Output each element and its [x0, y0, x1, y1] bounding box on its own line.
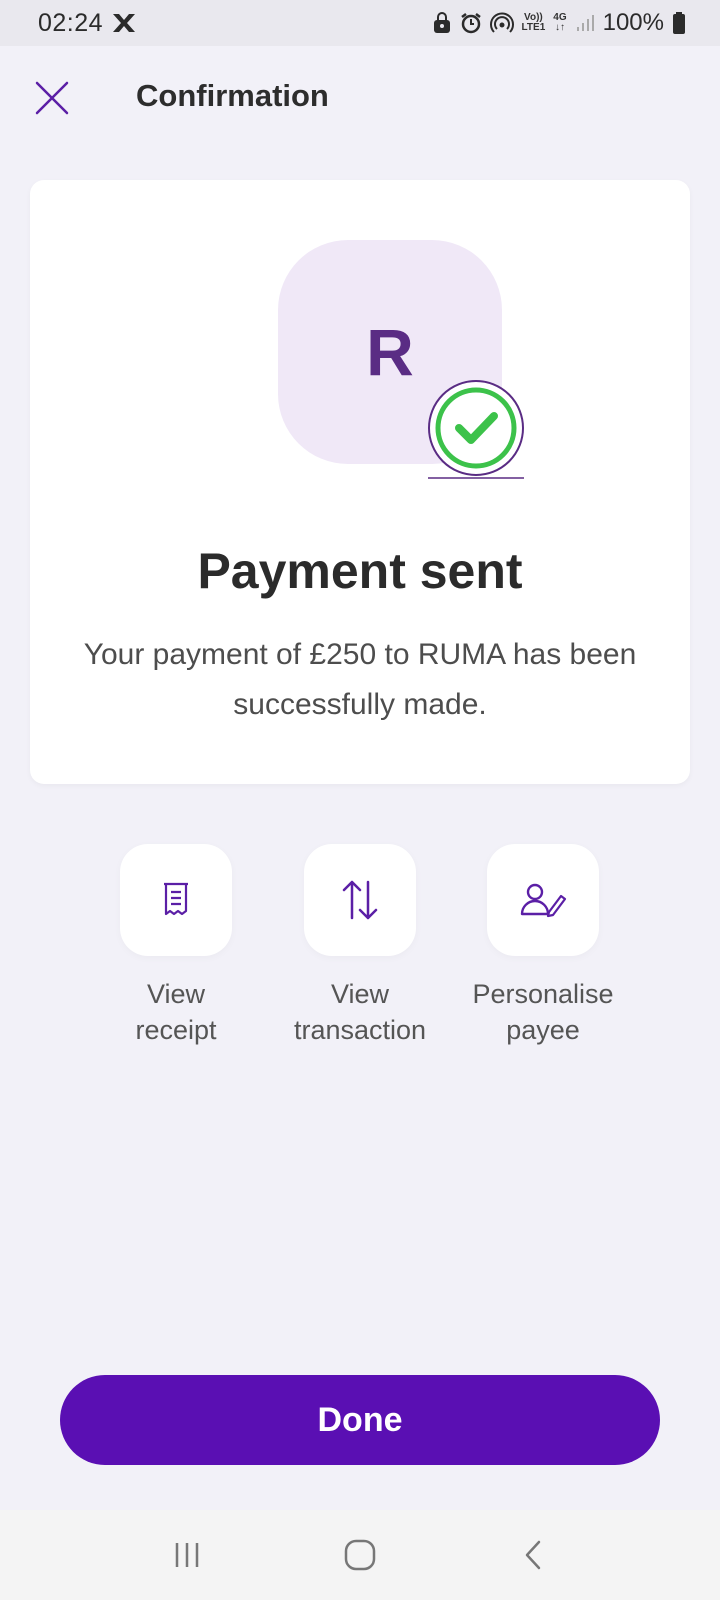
status-left: 02:24: [38, 9, 137, 38]
header: Confirmation: [0, 46, 720, 150]
data-indicator: 4G ↓↑: [553, 13, 566, 33]
confirmation-card: R Payment sent Your payment of £250 to R…: [30, 180, 690, 784]
payment-message: Your payment of £250 to RUMA has been su…: [83, 638, 637, 721]
system-nav-bar: [0, 1510, 720, 1600]
payment-status-title: Payment sent: [197, 543, 523, 599]
status-time: 02:24: [38, 8, 104, 37]
status-right: Vo)) LTE1 4G ↓↑ 100%: [432, 9, 686, 37]
battery-percentage: 100%: [602, 9, 664, 36]
recent-apps-button[interactable]: [157, 1525, 217, 1585]
close-icon: [35, 81, 69, 115]
action-tile: [487, 844, 599, 956]
view-receipt-button[interactable]: View receipt: [76, 844, 276, 1048]
action-tile: [304, 844, 416, 956]
recent-apps-icon: [175, 1543, 198, 1567]
view-transaction-button[interactable]: View transaction: [260, 844, 460, 1048]
alarm-icon: [460, 12, 482, 34]
action-label: View receipt: [135, 979, 217, 1045]
close-button[interactable]: [34, 80, 70, 116]
data-arrows: ↓↑: [554, 22, 565, 33]
edit-user-icon: [520, 883, 567, 918]
home-button[interactable]: [330, 1525, 390, 1585]
lock-app-icon: [432, 12, 452, 34]
success-check-icon: [428, 380, 524, 479]
signal-icon: [575, 13, 595, 33]
home-icon: [344, 1539, 376, 1571]
receipt-icon: [164, 882, 188, 916]
action-label: Personalise payee: [472, 979, 614, 1045]
action-label: View transaction: [293, 979, 427, 1045]
quick-actions: View receipt View transaction Personalis…: [0, 844, 720, 1045]
back-icon: [526, 1540, 541, 1570]
page-title: Confirmation: [136, 78, 329, 113]
volte-bottom: LTE1: [521, 22, 546, 33]
done-button[interactable]: Done: [60, 1375, 660, 1465]
personalise-payee-button[interactable]: Personalise payee: [443, 844, 643, 1048]
transfer-arrows-icon: [342, 880, 378, 920]
action-tile: [120, 844, 232, 956]
confirmation-screen: 02:24 Vo)) LTE1 4G ↓↑ 100% Confirmation …: [0, 0, 720, 1600]
status-bar: 02:24 Vo)) LTE1 4G ↓↑ 100%: [0, 0, 720, 46]
back-button[interactable]: [503, 1525, 563, 1585]
bank-logo-icon: [111, 12, 137, 34]
payee-avatar: R: [246, 240, 536, 502]
battery-icon: [672, 11, 686, 35]
volte-indicator: Vo)) LTE1: [522, 13, 546, 33]
hotspot-icon: [489, 12, 514, 34]
